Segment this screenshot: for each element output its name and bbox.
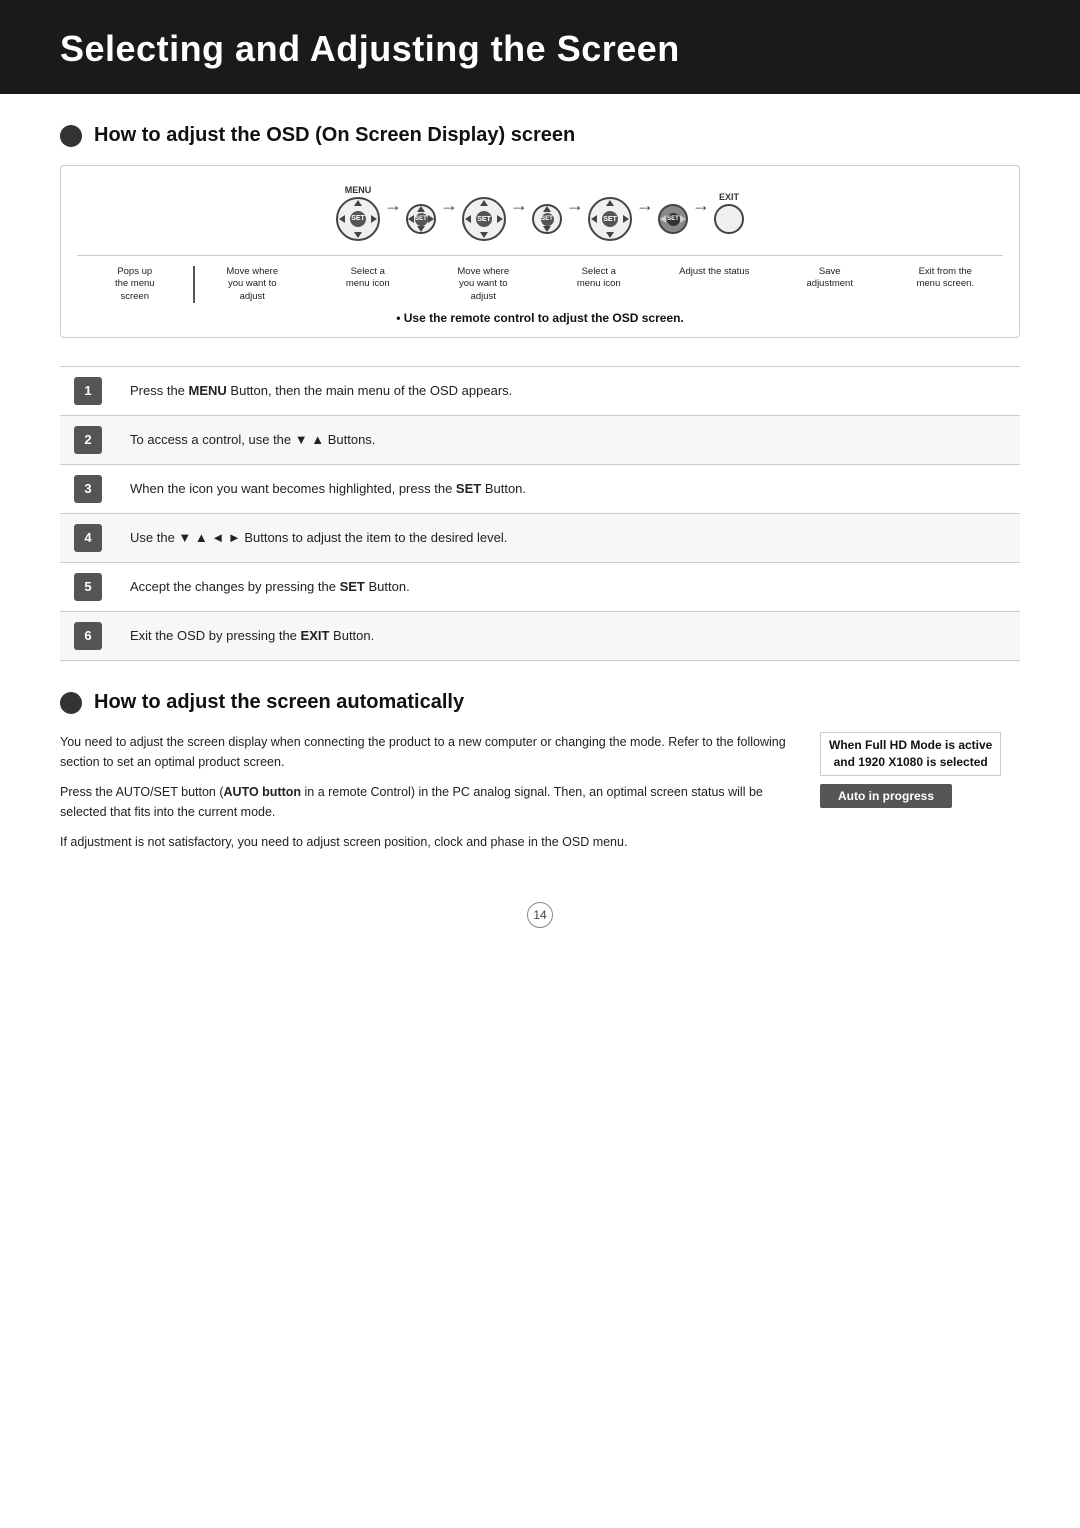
section2-para2: Press the AUTO/SET button (AUTO button i… bbox=[60, 782, 790, 822]
diag-label-6: Adjust the status bbox=[657, 266, 773, 278]
section2-dot bbox=[60, 692, 82, 714]
step-row-2: 2 To access a control, use the ▼ ▲ Butto… bbox=[60, 416, 1020, 465]
diag-label-2: Move whereyou want toadjust bbox=[195, 266, 311, 303]
step-num-1: 1 bbox=[74, 377, 102, 405]
section2-body: You need to adjust the screen display wh… bbox=[60, 732, 1020, 862]
section2-para3: If adjustment is not satisfactory, you n… bbox=[60, 832, 790, 852]
step-num-cell-3: 3 bbox=[60, 465, 116, 514]
arrow1: → bbox=[384, 195, 402, 216]
diagram-labels: Pops upthe menuscreen Move whereyou want… bbox=[77, 255, 1003, 303]
step-num-cell-4: 4 bbox=[60, 514, 116, 563]
section1: How to adjust the OSD (On Screen Display… bbox=[60, 124, 1020, 661]
page-number: 14 bbox=[527, 902, 553, 928]
step-num-2: 2 bbox=[74, 426, 102, 454]
section1-dot bbox=[60, 125, 82, 147]
step-row-6: 6 Exit the OSD by pressing the EXIT Butt… bbox=[60, 612, 1020, 661]
page-number-area: 14 bbox=[60, 902, 1020, 928]
section2: How to adjust the screen automatically Y… bbox=[60, 691, 1020, 862]
step-row-1: 1 Press the MENU Button, then the main m… bbox=[60, 367, 1020, 416]
auto-progress-badge: Auto in progress bbox=[820, 784, 952, 808]
step-num-cell-5: 5 bbox=[60, 563, 116, 612]
diag-label-4: Move whereyou want toadjust bbox=[426, 266, 542, 303]
dpad-set1: SET bbox=[406, 191, 436, 234]
osd-note: • Use the remote control to adjust the O… bbox=[77, 311, 1003, 325]
page-title: Selecting and Adjusting the Screen bbox=[60, 28, 1020, 70]
step-num-3: 3 bbox=[74, 475, 102, 503]
section1-heading: How to adjust the OSD (On Screen Display… bbox=[94, 124, 575, 147]
step-text-5: Accept the changes by pressing the SET B… bbox=[116, 563, 1020, 612]
step-text-1: Press the MENU Button, then the main men… bbox=[116, 367, 1020, 416]
diag-label-7: Saveadjustment bbox=[772, 266, 888, 291]
arrow6: → bbox=[692, 195, 710, 216]
section2-para1: You need to adjust the screen display wh… bbox=[60, 732, 790, 772]
step-num-4: 4 bbox=[74, 524, 102, 552]
dpad-move2: SET bbox=[588, 184, 632, 241]
section2-heading: How to adjust the screen automatically bbox=[94, 691, 464, 714]
step-text-4: Use the ▼ ▲ ◄ ► Buttons to adjust the it… bbox=[116, 514, 1020, 563]
step-row-5: 5 Accept the changes by pressing the SET… bbox=[60, 563, 1020, 612]
section2-right: When Full HD Mode is active and 1920 X10… bbox=[820, 732, 1020, 808]
diag-label-5: Select amenu icon bbox=[541, 266, 657, 291]
steps-table: 1 Press the MENU Button, then the main m… bbox=[60, 366, 1020, 661]
full-hd-note: When Full HD Mode is active and 1920 X10… bbox=[820, 732, 1001, 776]
step-text-2: To access a control, use the ▼ ▲ Buttons… bbox=[116, 416, 1020, 465]
dpad-set3: SET bbox=[658, 191, 688, 234]
diagram-flow: MENU SET → bbox=[77, 184, 1003, 241]
diag-label-3: Select amenu icon bbox=[310, 266, 426, 291]
dpad-menu: MENU SET bbox=[336, 185, 380, 241]
diag-label-1: Pops upthe menuscreen bbox=[77, 266, 195, 303]
step-num-cell-2: 2 bbox=[60, 416, 116, 465]
arrow3: → bbox=[510, 195, 528, 216]
step-num-cell-1: 1 bbox=[60, 367, 116, 416]
arrow4: → bbox=[566, 195, 584, 216]
page-header: Selecting and Adjusting the Screen bbox=[0, 0, 1080, 94]
step-text-3: When the icon you want becomes highlight… bbox=[116, 465, 1020, 514]
step-row-3: 3 When the icon you want becomes highlig… bbox=[60, 465, 1020, 514]
step-num-6: 6 bbox=[74, 622, 102, 650]
step-text-6: Exit the OSD by pressing the EXIT Button… bbox=[116, 612, 1020, 661]
diag-label-8: Exit from themenu screen. bbox=[888, 266, 1004, 291]
step-row-4: 4 Use the ▼ ▲ ◄ ► Buttons to adjust the … bbox=[60, 514, 1020, 563]
section2-left: You need to adjust the screen display wh… bbox=[60, 732, 790, 862]
arrow2: → bbox=[440, 195, 458, 216]
exit-button: EXIT bbox=[714, 192, 744, 234]
step-num-5: 5 bbox=[74, 573, 102, 601]
dpad-set2: SET bbox=[532, 191, 562, 234]
dpad-move1: SET bbox=[462, 184, 506, 241]
osd-diagram: MENU SET → bbox=[60, 165, 1020, 338]
arrow5: → bbox=[636, 195, 654, 216]
step-num-cell-6: 6 bbox=[60, 612, 116, 661]
